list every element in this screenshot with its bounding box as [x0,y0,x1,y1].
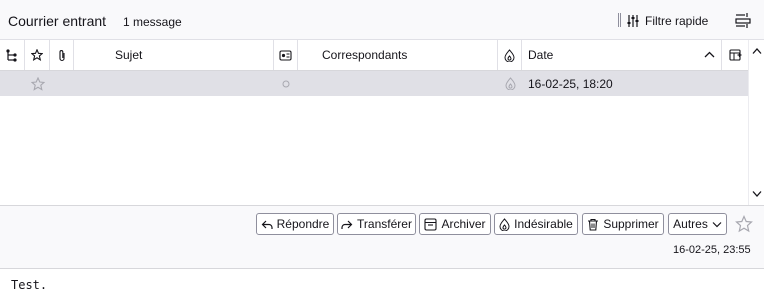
column-date-label: Date [528,48,554,62]
delete-label: Supprimer [603,217,659,231]
archive-icon [424,217,438,231]
row-junk-status[interactable] [498,71,522,96]
star-message-icon[interactable] [735,215,753,233]
reply-label: Répondre [276,217,330,231]
row-correspondent [298,71,498,96]
quick-filter-button[interactable]: Filtre rapide [626,11,708,31]
column-correspondents-label: Correspondants [322,48,408,62]
quick-filter-label: Filtre rapide [645,14,709,28]
other-actions-button[interactable]: Autres [668,213,727,235]
message-count: 1 message [123,15,182,29]
junk-label: Indésirable [514,217,573,231]
other-actions-label: Autres [673,217,708,231]
column-date[interactable]: Date [522,40,722,70]
forward-icon [341,220,353,229]
row-date: 16-02-25, 18:20 [528,76,613,91]
sort-ascending-icon [704,51,715,58]
column-thread[interactable] [0,40,25,70]
layout-menu-icon[interactable] [734,12,752,30]
junk-icon [504,77,516,90]
thread-pane-header: Sujet Correspondants Date [0,40,748,71]
paperclip-icon [58,49,65,61]
forward-label: Transférer [357,217,412,231]
reply-icon [261,220,273,229]
junk-icon [499,217,510,231]
forward-button[interactable]: Transférer [337,213,416,235]
junk-icon [504,48,515,62]
message-body: Test. [0,269,764,306]
column-subject[interactable]: Sujet [74,40,274,70]
scroll-up-arrow-icon[interactable] [752,47,762,55]
reply-button[interactable]: Répondre [256,213,334,235]
archive-button[interactable]: Archiver [419,213,491,235]
read-status-icon [279,49,292,61]
read-dot-icon [282,80,290,87]
toolbar-separator [618,13,621,27]
archive-label: Archiver [441,217,486,231]
row-subject [74,71,274,96]
row-read-status[interactable] [274,71,298,96]
message-list-scrollbar[interactable] [748,40,764,205]
message-header-pane: Répondre Transférer Archiver Indésirable… [0,205,764,269]
message-row[interactable]: 16-02-25, 18:20 [0,71,748,96]
star-icon [30,76,45,91]
filter-sliders-icon [627,15,639,27]
thread-icon [6,48,17,62]
folder-title: Courrier entrant [8,13,107,29]
message-list[interactable]: 16-02-25, 18:20 [0,71,748,205]
column-read-status[interactable] [274,40,298,70]
trash-icon [588,218,599,231]
column-subject-label: Sujet [115,48,143,62]
column-picker-icon [728,49,741,61]
scroll-down-arrow-icon[interactable] [752,190,762,198]
column-picker-button[interactable] [722,40,748,70]
row-star-cell[interactable] [25,71,50,96]
message-body-text: Test. [11,278,48,292]
message-date: 16-02-25, 23:55 [673,244,751,256]
junk-button[interactable]: Indésirable [494,213,578,235]
chevron-down-icon [712,221,722,227]
column-attachment[interactable] [50,40,74,70]
folder-header: Courrier entrant 1 message Filtre rapide [0,0,764,40]
column-correspondents[interactable]: Correspondants [298,40,498,70]
column-star[interactable] [25,40,50,70]
delete-button[interactable]: Supprimer [582,213,664,235]
column-junk[interactable] [498,40,522,70]
star-icon [31,49,43,61]
